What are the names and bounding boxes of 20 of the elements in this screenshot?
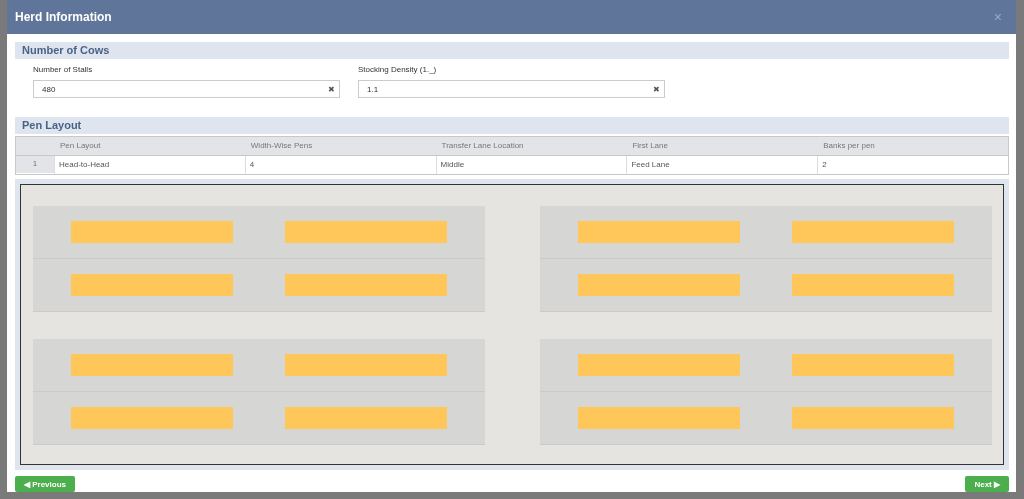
row-number: 1 [16,156,54,173]
clear-button[interactable]: ✖ [653,84,660,94]
column-header: Width-Wise Pens [244,137,436,156]
table-cell: Head-to-Head [54,156,245,174]
column-header: Pen Layout [54,137,245,156]
column-header: Banks per pen [817,137,1008,156]
table-cell: Middle [435,156,627,174]
column-header: Transfer Lane Location [435,137,627,156]
field-label: Number of Stalls [33,65,94,74]
input-field[interactable]: 480 ✖ [33,80,340,98]
input-field[interactable]: 1.1 ✖ [358,80,665,98]
window-title: Herd Information [15,10,112,24]
section-title: Pen Layout [15,117,1009,134]
table-cell: 2 [817,156,1008,174]
table-cell: Feed Lane [626,156,818,174]
field-label: Stocking Density (1._) [358,65,438,74]
clear-button[interactable]: ✖ [328,84,335,94]
table-cell: 4 [244,156,436,174]
section-title: Number of Cows [15,42,1009,59]
column-header: First Lane [626,137,818,156]
